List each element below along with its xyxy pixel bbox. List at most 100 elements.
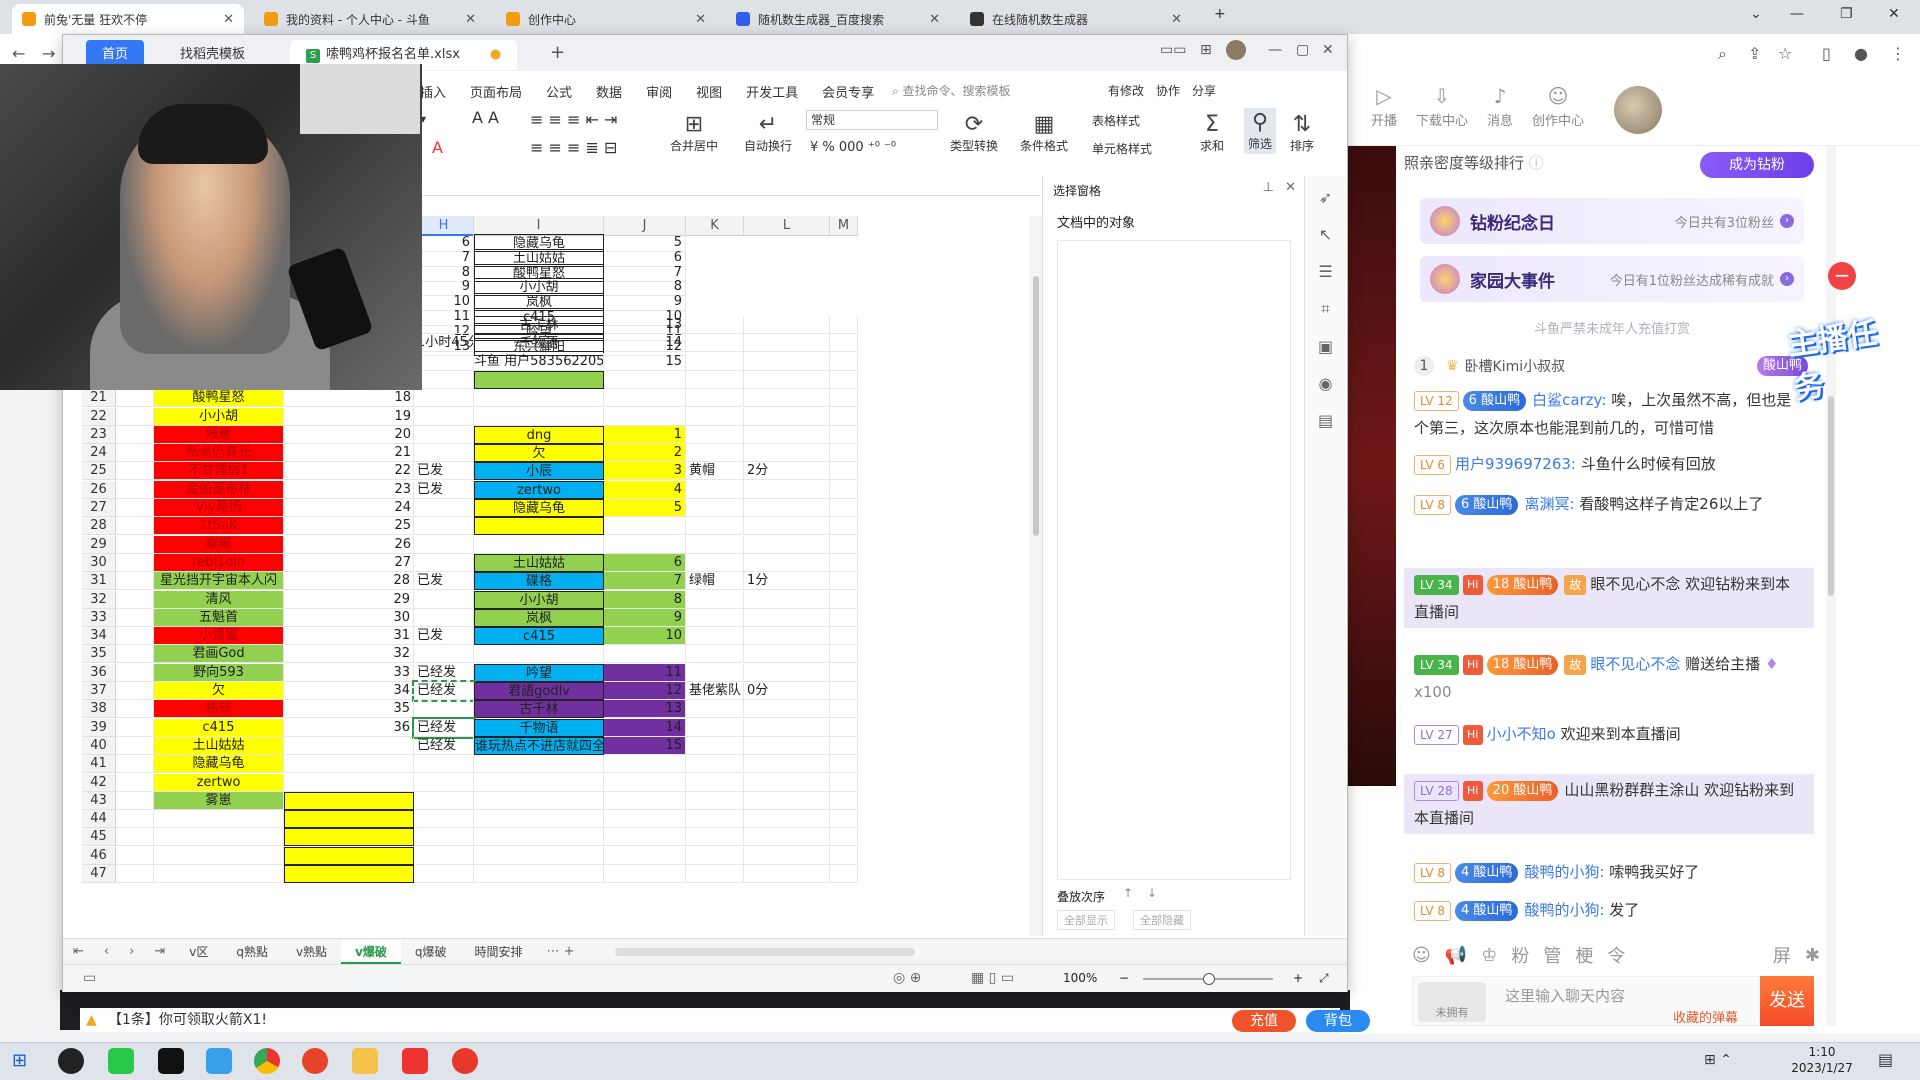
row-header[interactable]: 39 <box>82 718 116 737</box>
cell-f[interactable]: 清风 <box>154 590 284 609</box>
cell-m[interactable] <box>830 828 858 847</box>
app-icon-6[interactable] <box>302 1048 328 1074</box>
cell-k[interactable] <box>686 517 744 536</box>
cell-j[interactable]: 6 <box>604 553 686 572</box>
cell-k[interactable] <box>686 608 744 627</box>
cell-f[interactable] <box>154 810 284 829</box>
close-tab-icon[interactable]: ✕ <box>223 12 234 27</box>
toolbar-block[interactable]: 屏 <box>1773 942 1791 968</box>
menu-item[interactable]: 公式 <box>546 82 572 101</box>
cell-i[interactable] <box>474 755 604 774</box>
cell-h[interactable]: 已经发 <box>414 736 474 755</box>
recharge-button[interactable]: 充值 <box>1232 1010 1296 1032</box>
cell-f[interactable]: 野向593 <box>154 663 284 682</box>
settings-icon[interactable]: ✱ <box>1805 945 1820 966</box>
cell-g[interactable]: 36 <box>284 718 414 737</box>
cell-l[interactable] <box>744 755 830 774</box>
column-header-h[interactable]: H <box>414 216 474 236</box>
cell-m[interactable] <box>830 572 858 591</box>
cell-g[interactable]: 28 <box>284 572 414 591</box>
cell-f[interactable]: 雾崽 <box>154 791 284 810</box>
cell-k[interactable] <box>686 773 744 792</box>
view-mode-icons[interactable]: ▦ ▯ ▭ <box>971 970 1014 986</box>
sheet-tab[interactable]: q爆破 <box>401 940 461 964</box>
cell-i[interactable] <box>474 828 604 847</box>
cell-j[interactable]: 13 <box>604 316 686 334</box>
cell-f[interactable]: 星光挡开宇宙本人闪 <box>154 572 284 591</box>
cell-f[interactable]: 欠 <box>154 682 284 700</box>
add-sheet-icon[interactable]: ⋯ + <box>547 944 575 959</box>
cell-l[interactable] <box>744 865 830 883</box>
browser-tab[interactable]: 随机数生成器_百度搜索 ✕ <box>726 4 950 34</box>
cell-i[interactable]: 碟格 <box>474 572 604 591</box>
grid-vertical-scrollbar[interactable] <box>1030 216 1042 936</box>
cell-i[interactable]: 斗鱼 用户583562205 <box>474 352 604 371</box>
cell-k[interactable]: 基佬紫队 <box>686 682 744 700</box>
zoom-out-icon[interactable]: − <box>1119 971 1129 985</box>
cell-g[interactable]: 32 <box>284 645 414 664</box>
column-header-j[interactable]: J <box>604 216 686 236</box>
cell-k[interactable]: 绿帽 <box>686 572 744 591</box>
trophy-icon[interactable]: ♔ <box>1481 945 1497 966</box>
cell-f[interactable]: 土山姑姑 <box>154 736 284 755</box>
cell-number[interactable]: 23 <box>374 481 414 499</box>
cell-m[interactable] <box>830 736 858 755</box>
cell-i[interactable]: c415 <box>474 627 604 646</box>
windows-start-icon[interactable]: ⊞ <box>12 1050 27 1071</box>
cell-k[interactable] <box>686 444 744 463</box>
cell-k[interactable] <box>686 590 744 609</box>
tray-icons[interactable]: ⊞ ⌃ <box>1704 1052 1732 1068</box>
cell-e[interactable] <box>116 663 154 682</box>
align-icons[interactable]: ≡ ≡ ≡ ⇤ ⇥ <box>530 110 617 129</box>
cell-i[interactable] <box>474 810 604 829</box>
cell-m[interactable] <box>830 517 858 536</box>
cell-e[interactable] <box>116 627 154 646</box>
browser-tab[interactable]: 创作中心 ✕ <box>496 4 716 34</box>
cell-h[interactable] <box>414 389 474 408</box>
cell-h[interactable] <box>414 846 474 865</box>
grow-font-icon[interactable]: A A <box>472 108 499 127</box>
cell-j[interactable] <box>604 517 686 536</box>
cell-e[interactable] <box>116 810 154 829</box>
maximize-icon[interactable]: ❐ <box>1840 6 1853 22</box>
cell-l[interactable] <box>744 480 830 499</box>
cell-f[interactable]: zertwo <box>154 773 284 792</box>
chat-username[interactable]: 眼不见心不念 <box>1590 655 1680 673</box>
cell-m[interactable] <box>830 535 858 554</box>
app-icon-3[interactable] <box>158 1048 184 1074</box>
cell-e[interactable] <box>116 736 154 755</box>
toolbar-meme[interactable]: 梗 <box>1575 942 1593 968</box>
cell-e[interactable] <box>116 791 154 810</box>
cell-i[interactable] <box>474 645 604 664</box>
cell-h[interactable] <box>414 810 474 829</box>
cell-m[interactable] <box>830 865 858 883</box>
sliders-icon[interactable]: ☰ <box>1305 262 1346 281</box>
cell-l[interactable] <box>744 389 830 408</box>
table-style-button[interactable]: 表格样式 <box>1092 112 1140 129</box>
cell-h[interactable] <box>414 590 474 609</box>
layout-icon[interactable]: ▭▭ <box>1160 42 1186 58</box>
wps-avatar[interactable] <box>1226 40 1246 60</box>
cell-k[interactable] <box>686 370 744 389</box>
cell-m[interactable] <box>830 608 858 627</box>
cell-m[interactable] <box>830 352 858 371</box>
cell-g[interactable] <box>284 846 414 865</box>
close-window-icon[interactable]: ✕ <box>1888 6 1900 22</box>
cell-f[interactable] <box>154 828 284 847</box>
cell-style-button[interactable]: 单元格样式 <box>1092 140 1152 157</box>
cell-m[interactable] <box>830 444 858 463</box>
cell-m[interactable] <box>830 499 858 517</box>
saved-danmu[interactable]: 收藏的弹幕 <box>1673 1007 1738 1026</box>
screen-icon[interactable]: ▭ <box>83 970 96 986</box>
sort-button[interactable]: ⇅ 排序 <box>1290 112 1314 154</box>
taskbar-clock[interactable]: 1:10 2023/1/27 <box>1782 1044 1862 1076</box>
image-icon[interactable]: ▣ <box>1305 337 1346 356</box>
grid-apps-icon[interactable]: ⊞ <box>1200 42 1212 58</box>
cell-f[interactable]: 残雁 <box>154 425 284 444</box>
cell-f[interactable]: 隐藏乌龟 <box>154 755 284 774</box>
cell-h[interactable]: 已经发 <box>412 680 476 702</box>
cell-h[interactable] <box>414 352 474 371</box>
notification-icon[interactable]: ▤ <box>1878 1050 1893 1069</box>
cell-j[interactable] <box>604 535 686 554</box>
back-icon[interactable]: ← <box>12 44 25 63</box>
